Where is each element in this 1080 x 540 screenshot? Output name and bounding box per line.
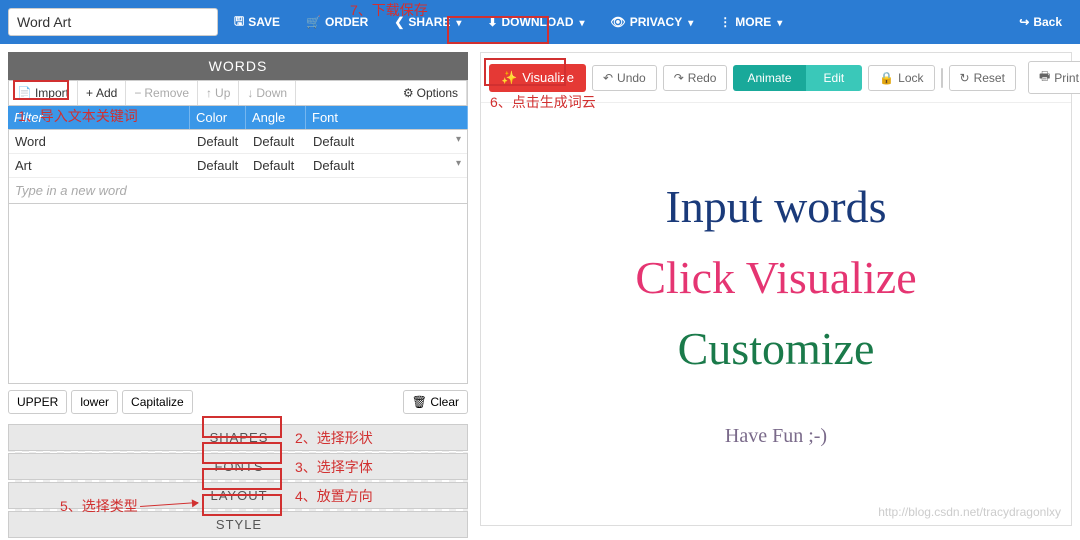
annotation: 7、下载保存 xyxy=(350,0,428,20)
print-button[interactable]: 🖶Print xyxy=(1028,61,1080,94)
words-toolbar: 📄Import +Add −Remove ↑Up ↓Down ⚙Options xyxy=(8,80,468,106)
annotation-box xyxy=(13,80,69,100)
table-empty xyxy=(8,204,468,384)
annotation-box xyxy=(202,442,282,464)
annotation-box xyxy=(202,468,282,490)
trash-icon: 🗑 xyxy=(412,395,427,409)
add-button[interactable]: +Add xyxy=(78,81,126,105)
capitalize-button[interactable]: Capitalize xyxy=(122,390,193,414)
annotation-box xyxy=(484,58,566,86)
annotation-box xyxy=(202,416,282,438)
up-icon: ↑ xyxy=(206,86,212,100)
options-button[interactable]: ⚙Options xyxy=(395,81,467,105)
gear-icon: ⚙ xyxy=(403,86,414,100)
more-icon: ⋮ xyxy=(719,15,731,29)
table-row[interactable]: Art Default Default Default xyxy=(9,154,467,178)
chevron-down-icon xyxy=(686,15,693,29)
canvas: Input words Click Visualize Customize Ha… xyxy=(481,103,1071,525)
animate-button[interactable]: Animate xyxy=(733,65,805,91)
table-row[interactable]: Word Default Default Default xyxy=(9,130,467,154)
canvas-text-1: Input words xyxy=(665,180,886,233)
canvas-text-fun: Have Fun ;-) xyxy=(725,425,827,448)
canvas-text-3: Customize xyxy=(678,322,875,375)
watermark: http://blog.csdn.net/tracydragonlxy xyxy=(878,505,1061,519)
canvas-panel: ✨Visualize ↶Undo ↷Redo Animate Edit 🔒Loc… xyxy=(480,52,1072,526)
up-button[interactable]: ↑Up xyxy=(198,81,239,105)
save-icon: 🖫 xyxy=(234,12,244,33)
annotation: 2、选择形状 xyxy=(295,428,373,448)
lock-button[interactable]: 🔒Lock xyxy=(868,65,934,91)
remove-button[interactable]: −Remove xyxy=(126,81,198,105)
minus-icon: − xyxy=(134,86,141,100)
chevron-down-icon xyxy=(578,15,585,29)
undo-icon: ↶ xyxy=(603,71,613,85)
col-color[interactable]: Color xyxy=(190,106,246,129)
annotation-box xyxy=(202,494,282,516)
col-angle[interactable]: Angle xyxy=(246,106,306,129)
case-row: UPPER lower Capitalize 🗑 Clear xyxy=(8,384,468,420)
plus-icon: + xyxy=(86,86,93,100)
save-button[interactable]: 🖫SAVE xyxy=(224,6,290,39)
new-word-input[interactable]: Type in a new word xyxy=(9,178,467,203)
annotation: 6、点击生成词云 xyxy=(490,92,596,112)
col-font[interactable]: Font xyxy=(306,106,468,129)
privacy-button[interactable]: 👁PRIVACY xyxy=(601,9,704,35)
annotation-box xyxy=(447,16,549,44)
annotation: 3、选择字体 xyxy=(295,457,373,477)
down-icon: ↓ xyxy=(247,86,253,100)
clear-button[interactable]: 🗑 Clear xyxy=(403,390,468,414)
back-icon: ↪ xyxy=(1019,15,1029,29)
edit-button[interactable]: Edit xyxy=(806,65,863,91)
annotation: 5、选择类型 xyxy=(60,496,138,516)
down-button[interactable]: ↓Down xyxy=(239,81,296,105)
annotation: 4、放置方向 xyxy=(295,486,373,506)
more-button[interactable]: ⋮MORE xyxy=(709,9,792,35)
reset-icon: ↻ xyxy=(960,71,970,85)
upper-button[interactable]: UPPER xyxy=(8,390,67,414)
eye-icon: 👁 xyxy=(611,15,626,29)
back-button[interactable]: ↪Back xyxy=(1009,9,1072,35)
table-body: Word Default Default Default Art Default… xyxy=(8,129,468,204)
annotation: 1、导入文本关键词 xyxy=(18,106,138,126)
canvas-text-2: Click Visualize xyxy=(635,251,916,304)
redo-button[interactable]: ↷Redo xyxy=(663,65,728,91)
lock-icon: 🔒 xyxy=(879,71,894,85)
lower-button[interactable]: lower xyxy=(71,390,118,414)
undo-button[interactable]: ↶Undo xyxy=(592,65,657,91)
cart-icon: 🛒 xyxy=(306,15,321,29)
redo-icon: ↷ xyxy=(674,71,684,85)
print-icon: 🖶 xyxy=(1039,67,1050,88)
chevron-down-icon xyxy=(775,15,782,29)
color-swatch[interactable] xyxy=(941,68,943,88)
reset-button[interactable]: ↻Reset xyxy=(949,65,1016,91)
title-input[interactable] xyxy=(8,8,218,36)
words-header: WORDS xyxy=(8,52,468,80)
